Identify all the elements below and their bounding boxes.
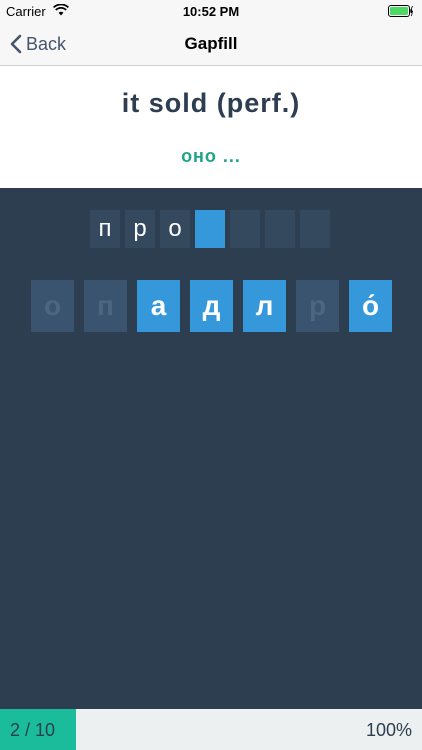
letter-tile[interactable]: д: [190, 280, 233, 332]
status-bar: Carrier 10:52 PM: [0, 0, 422, 22]
letter-tiles: о п а д л р о́: [31, 280, 392, 332]
answer-slot: [300, 210, 330, 248]
prompt-text: it sold (perf.): [121, 88, 301, 118]
navigation-bar: Back Gapfill: [0, 22, 422, 66]
answer-slot: [265, 210, 295, 248]
answer-slot-active: [195, 210, 225, 248]
letter-tile[interactable]: л: [243, 280, 286, 332]
answer-slot: [230, 210, 260, 248]
answer-slot: р: [125, 210, 155, 248]
letter-tile-used: п: [84, 280, 127, 332]
answer-slot: о: [160, 210, 190, 248]
letter-tile[interactable]: а: [137, 280, 180, 332]
footer: 2 / 10 100%: [0, 709, 422, 750]
answer-slot: п: [90, 210, 120, 248]
page-title: Gapfill: [184, 34, 238, 53]
answer-slots: про: [90, 210, 330, 248]
battery-icon: [388, 5, 414, 17]
question-counter: 2 / 10: [10, 720, 56, 740]
prompt-card: it sold (perf.) оно ...: [0, 66, 422, 188]
letter-tile[interactable]: о́: [349, 280, 392, 332]
letter-tile-used: о: [31, 280, 74, 332]
hint-text: оно ...: [181, 146, 241, 166]
letter-tile-used: р: [296, 280, 339, 332]
clock: 10:52 PM: [182, 4, 240, 19]
score-percent: 100%: [365, 720, 412, 740]
